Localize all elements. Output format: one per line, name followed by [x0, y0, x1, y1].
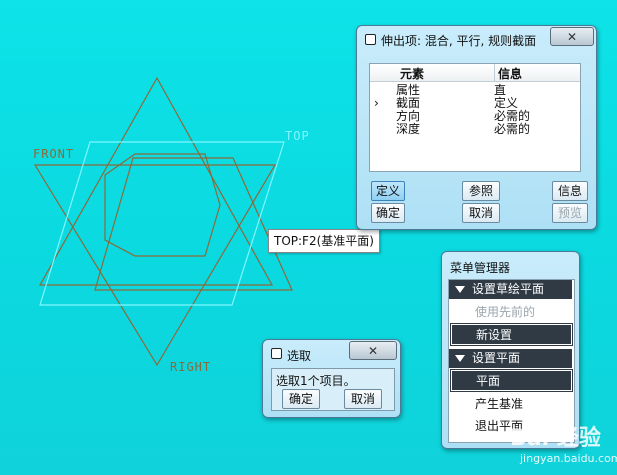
references-button[interactable]: 参照: [462, 181, 500, 201]
section-sketch: [104, 153, 221, 257]
select-dialog-title: 选取: [287, 349, 312, 363]
front-plane-outline: [94, 157, 293, 291]
front-datum-plane: [94, 157, 293, 291]
close-icon[interactable]: ✕: [349, 341, 397, 360]
ok-button[interactable]: 确定: [282, 389, 320, 409]
preselection-tooltip: TOP:F2(基准平面): [268, 229, 380, 253]
top-plane-outline: [39, 141, 285, 306]
close-icon[interactable]: ✕: [550, 27, 594, 46]
section-set-plane[interactable]: 设置平面: [449, 349, 572, 368]
front-plane-label: FRONT: [33, 147, 75, 161]
list-row[interactable]: 深度 必需的: [370, 123, 580, 136]
top-datum-plane: [39, 141, 285, 306]
ok-button[interactable]: 确定: [371, 203, 405, 223]
right-plane-label: RIGHT: [170, 360, 212, 374]
collapse-triangle-icon: [455, 355, 465, 362]
menu-item-create-datum[interactable]: 产生基准: [451, 394, 572, 415]
select-dialog-titlebar[interactable]: 选取 ✕: [263, 340, 400, 366]
row-info: 必需的: [494, 122, 531, 136]
watermark-url: jingyan.baidu.com: [520, 452, 617, 465]
right-plane-lower-triangle: [33, 164, 277, 367]
right-plane-upper-triangle: [38, 76, 274, 286]
section-label: 设置平面: [472, 351, 521, 365]
row-element: 深度: [396, 122, 421, 136]
list-header: 元素 信息: [370, 64, 580, 82]
info-button[interactable]: 信息: [552, 181, 588, 201]
window-icon: [365, 34, 376, 45]
menu-item-use-previous: 使用先前的: [475, 305, 536, 319]
watermark-logo: Bai 经验: [510, 426, 601, 451]
right-datum-plane: [33, 76, 277, 367]
row-marker: ›: [374, 96, 379, 110]
menu-item-plane[interactable]: 平面: [450, 369, 573, 392]
feature-dialog-title: 伸出项: 混合, 平行, 规则截面: [381, 34, 537, 48]
select-message: 选取1个项目。: [276, 374, 356, 388]
menu-manager-title: 菜单管理器: [450, 261, 511, 275]
menu-item-new-setting[interactable]: 新设置: [450, 323, 573, 346]
cancel-button[interactable]: 取消: [344, 389, 382, 409]
section-set-sketch-plane[interactable]: 设置草绘平面: [449, 280, 572, 299]
preview-button: 预览: [552, 203, 588, 223]
blend-section-hexagon: [104, 153, 221, 257]
cancel-button[interactable]: 取消: [462, 203, 500, 223]
column-header-element[interactable]: 元素: [400, 65, 424, 82]
define-button[interactable]: 定义: [371, 181, 405, 201]
feature-dialog-titlebar[interactable]: 伸出项: 混合, 平行, 规则截面 ✕: [357, 26, 596, 52]
window-icon: [271, 348, 282, 359]
section-label: 设置草绘平面: [472, 282, 545, 296]
column-divider: [494, 64, 495, 81]
collapse-triangle-icon: [455, 286, 465, 293]
element-list[interactable]: 元素 信息 属性 直 › 截面 定义 方向 必需的 深度 必需的: [369, 63, 581, 172]
top-plane-label: TOP: [285, 129, 310, 143]
select-dialog: 选取 ✕ 选取1个项目。 确定 取消: [262, 339, 401, 418]
column-header-info[interactable]: 信息: [498, 65, 522, 82]
feature-dialog: 伸出项: 混合, 平行, 规则截面 ✕ 元素 信息 属性 直 › 截面 定义 方…: [356, 25, 597, 230]
